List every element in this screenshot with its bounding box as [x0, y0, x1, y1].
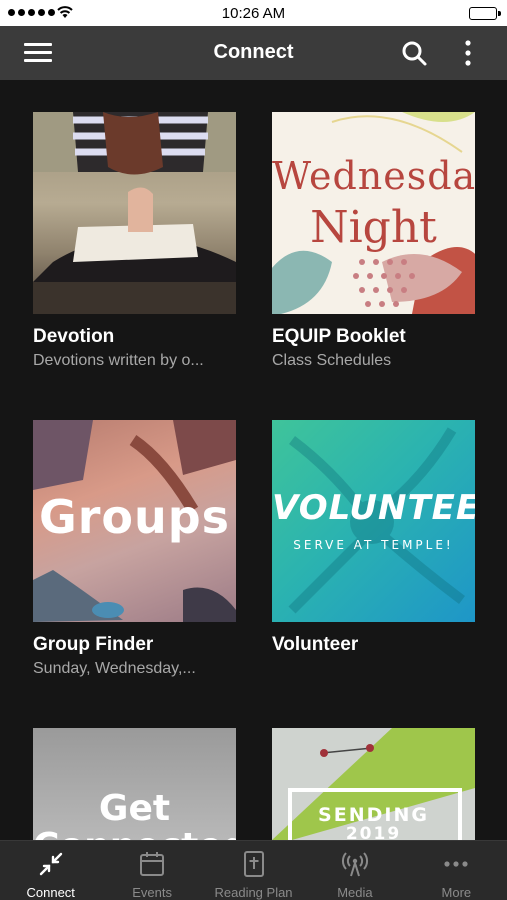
- tab-label: Media: [337, 885, 373, 900]
- overflow-menu-icon[interactable]: [460, 39, 476, 67]
- tab-media[interactable]: Media: [304, 841, 405, 900]
- get-connected-text-line1: Get: [98, 788, 171, 829]
- ellipsis-icon: [444, 861, 468, 867]
- devotion-image: [33, 112, 236, 314]
- volunteer-image-subtext: SERVE AT TEMPLE!: [293, 538, 454, 552]
- broadcast-icon: [341, 852, 368, 877]
- tab-reading-plan[interactable]: Reading Plan: [203, 841, 304, 900]
- tab-connect[interactable]: Connect: [0, 841, 101, 900]
- equip-image-text-line1: Wednesday: [272, 154, 475, 198]
- page-title: Connect: [213, 41, 294, 63]
- tab-label: Reading Plan: [214, 885, 293, 900]
- sending-text-line2: 2019: [345, 824, 402, 840]
- get-connected-text-line2: Connected: [33, 826, 236, 840]
- card-subtitle: Sunday, Wednesday,...: [33, 660, 196, 677]
- tab-bar: Connect Events Reading Plan Media More: [0, 840, 507, 900]
- card-volunteer[interactable]: VOLUNTEER SERVE AT TEMPLE! Volunteer: [272, 420, 475, 660]
- tab-more[interactable]: More: [406, 841, 507, 900]
- card-get-connected[interactable]: Get Connected: [33, 728, 236, 840]
- card-title: Group Finder: [33, 634, 154, 655]
- group-finder-image: Groups: [33, 420, 236, 622]
- sending-image: SENDING 2019: [272, 728, 475, 840]
- sending-text-line1: SENDING: [318, 804, 429, 826]
- nav-bar: Connect: [0, 26, 507, 80]
- tab-events[interactable]: Events: [101, 841, 202, 900]
- collapse-arrows-icon: [39, 852, 62, 876]
- card-subtitle: Class Schedules: [272, 352, 392, 369]
- volunteer-image-text: VOLUNTEER: [272, 488, 475, 528]
- card-title: EQUIP Booklet: [272, 326, 406, 347]
- search-icon[interactable]: [400, 39, 428, 67]
- battery-icon: [469, 7, 501, 20]
- card-title: Volunteer: [272, 634, 359, 655]
- card-sending-2019[interactable]: SENDING 2019: [272, 728, 475, 840]
- status-time: 10:26 AM: [221, 5, 286, 22]
- calendar-icon: [140, 852, 165, 876]
- groups-image-text: Groups: [38, 490, 231, 544]
- card-group-finder[interactable]: Groups Group Finder Sunday, Wednesday,..…: [33, 420, 236, 678]
- bible-icon: [243, 851, 264, 877]
- tab-label: More: [441, 885, 472, 900]
- tab-label: Events: [132, 885, 172, 900]
- tab-label: Connect: [26, 885, 75, 900]
- equip-booklet-image: Wednesday Night: [272, 112, 475, 314]
- status-bar: 10:26 AM: [0, 0, 507, 26]
- card-equip-booklet[interactable]: Wednesday Night EQUIP Booklet Class Sche…: [272, 112, 475, 370]
- volunteer-image: VOLUNTEER SERVE AT TEMPLE!: [272, 420, 475, 622]
- get-connected-image: Get Connected: [33, 728, 236, 840]
- card-title: Devotion: [33, 326, 115, 347]
- card-subtitle: Devotions written by o...: [33, 352, 204, 369]
- equip-image-text-line2: Night: [310, 202, 437, 253]
- card-devotion[interactable]: Devotion Devotions written by o...: [33, 112, 236, 370]
